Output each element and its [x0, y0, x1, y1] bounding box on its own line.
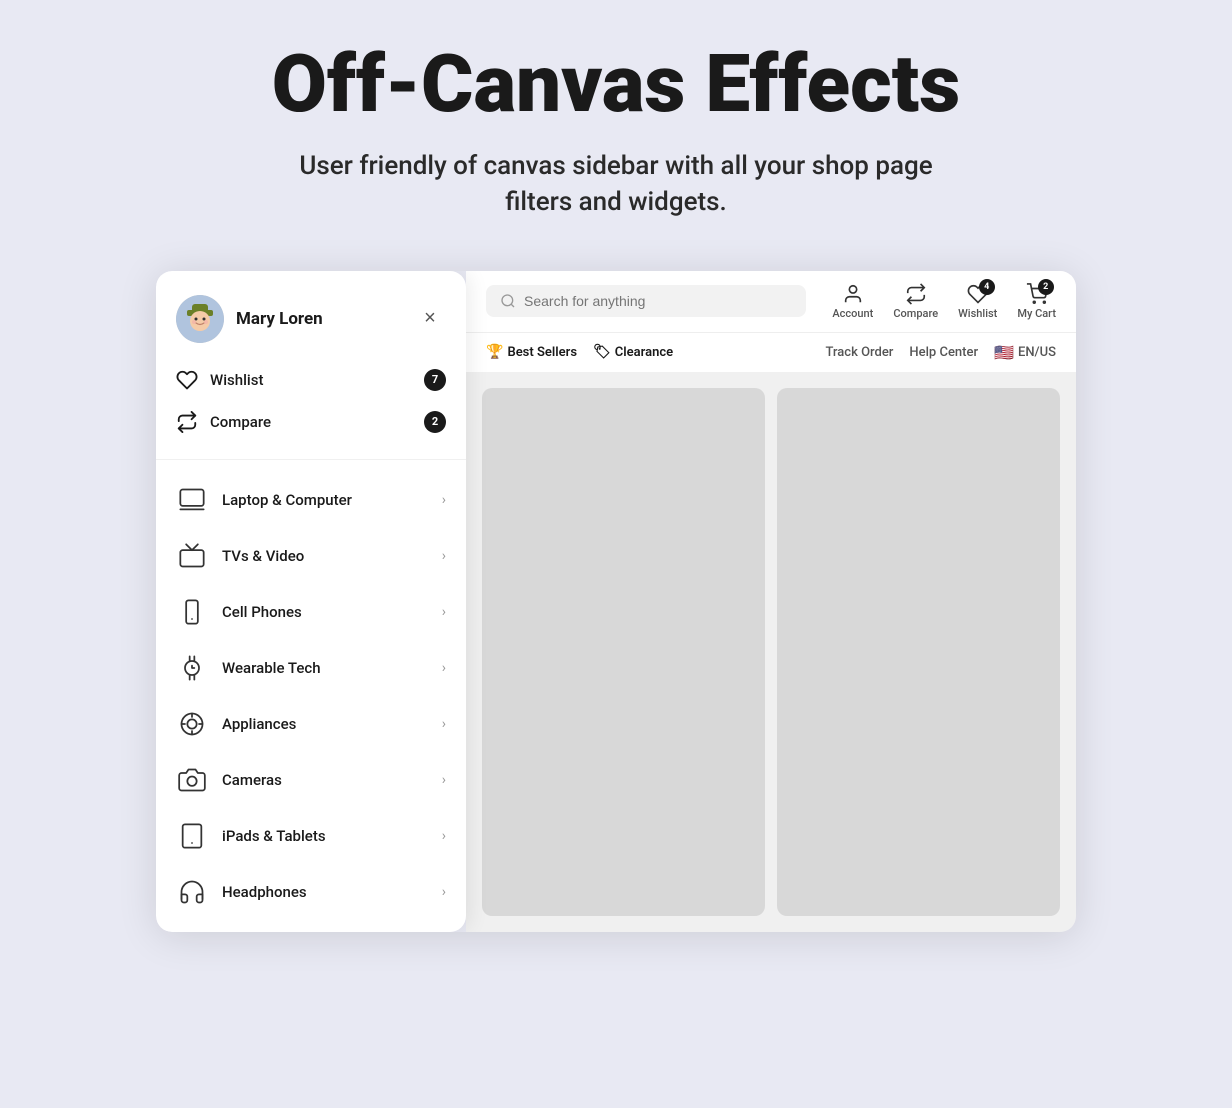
search-input[interactable] [524, 293, 792, 309]
search-bar[interactable] [486, 285, 806, 317]
nav-link-help-center[interactable]: Help Center [909, 345, 978, 360]
compare-action[interactable]: Compare 2 [176, 401, 446, 443]
product-grid [466, 372, 1076, 932]
heart-icon [176, 369, 198, 391]
account-icon-item[interactable]: Account [832, 283, 873, 320]
wishlist-badge: 7 [424, 369, 446, 391]
chevron-icon: › [442, 716, 446, 732]
wishlist-icon-item[interactable]: 4 Wishlist [958, 283, 997, 320]
watch-icon [176, 652, 208, 684]
nav-item-appliances[interactable]: Appliances › [156, 696, 466, 752]
nav-label-ipads: iPads & Tablets [222, 827, 326, 845]
account-label: Account [832, 307, 873, 320]
wishlist-count-badge: 4 [979, 279, 995, 295]
chevron-icon: › [442, 772, 446, 788]
nav-label-cameras: Cameras [222, 771, 282, 789]
search-icon [500, 293, 516, 309]
tablet-icon [176, 820, 208, 852]
product-card [482, 388, 765, 916]
phone-icon [176, 596, 208, 628]
product-card [777, 388, 1060, 916]
chevron-icon: › [442, 604, 446, 620]
nav-label-headphones: Headphones [222, 883, 307, 901]
sidebar-header: Mary Loren × [156, 271, 466, 359]
nav-label-appliances: Appliances [222, 715, 296, 733]
nav-link-best-sellers[interactable]: 🏆 Best Sellers [486, 344, 577, 360]
cart-icon-item[interactable]: 2 My Cart [1017, 283, 1056, 320]
compare-topbar-label: Compare [893, 307, 938, 320]
top-icons: Account Compare [832, 283, 1056, 320]
nav-link-clearance[interactable]: 🏷 Clearance [593, 344, 673, 360]
nav-item-cell[interactable]: Cell Phones › [156, 584, 466, 640]
compare-topbar-icon [905, 283, 927, 305]
chevron-icon: › [442, 828, 446, 844]
chevron-icon: › [442, 492, 446, 508]
close-button[interactable]: × [414, 303, 446, 335]
compare-icon [176, 411, 198, 433]
nav-item-tv[interactable]: TVs & Video › [156, 528, 466, 584]
laptop-icon [176, 484, 208, 516]
wishlist-label: Wishlist [210, 371, 263, 389]
nav-label-cell: Cell Phones [222, 603, 302, 621]
user-name: Mary Loren [236, 309, 323, 329]
ui-demo: Mary Loren × Wishlist 7 [156, 271, 1076, 932]
top-bar: Account Compare [466, 271, 1076, 332]
chevron-icon: › [442, 660, 446, 676]
tv-icon [176, 540, 208, 572]
wishlist-topbar-label: Wishlist [958, 307, 997, 320]
headphones-icon [176, 876, 208, 908]
main-content: Account Compare [466, 271, 1076, 932]
account-icon [842, 283, 864, 305]
chevron-icon: › [442, 548, 446, 564]
nav-label-wearable: Wearable Tech [222, 659, 321, 677]
nav-item-cameras[interactable]: Cameras › [156, 752, 466, 808]
nav-item-ipads[interactable]: iPads & Tablets › [156, 808, 466, 864]
compare-label: Compare [210, 413, 271, 431]
page-subtitle: User friendly of canvas sidebar with all… [266, 148, 966, 221]
sidebar-user: Mary Loren [176, 295, 323, 343]
tag-icon: 🏷 [593, 344, 611, 360]
camera-icon [176, 764, 208, 796]
compare-icon-item[interactable]: Compare [893, 283, 938, 320]
nav-bar: 🏆 Best Sellers 🏷 Clearance Track Order H… [466, 332, 1076, 372]
sidebar: Mary Loren × Wishlist 7 [156, 271, 466, 932]
nav-item-laptop[interactable]: Laptop & Computer › [156, 472, 466, 528]
nav-link-track-order[interactable]: Track Order [825, 345, 893, 360]
nav-link-locale[interactable]: 🇺🇸 EN/US [994, 343, 1056, 362]
chevron-icon: › [442, 884, 446, 900]
wishlist-action[interactable]: Wishlist 7 [176, 359, 446, 401]
appliance-icon [176, 708, 208, 740]
nav-label-tv: TVs & Video [222, 547, 304, 565]
avatar [176, 295, 224, 343]
cart-count-badge: 2 [1038, 279, 1054, 295]
cart-label: My Cart [1017, 307, 1056, 320]
nav-label-laptop: Laptop & Computer [222, 491, 352, 509]
page-title: Off-Canvas Effects [272, 40, 960, 128]
nav-item-headphones[interactable]: Headphones › [156, 864, 466, 920]
sidebar-nav: Laptop & Computer › TVs & Video › [156, 460, 466, 932]
flag-icon: 🇺🇸 [994, 343, 1014, 362]
trophy-icon: 🏆 [486, 344, 503, 360]
nav-item-wearable[interactable]: Wearable Tech › [156, 640, 466, 696]
sidebar-actions: Wishlist 7 Compare 2 [156, 359, 466, 460]
compare-badge: 2 [424, 411, 446, 433]
